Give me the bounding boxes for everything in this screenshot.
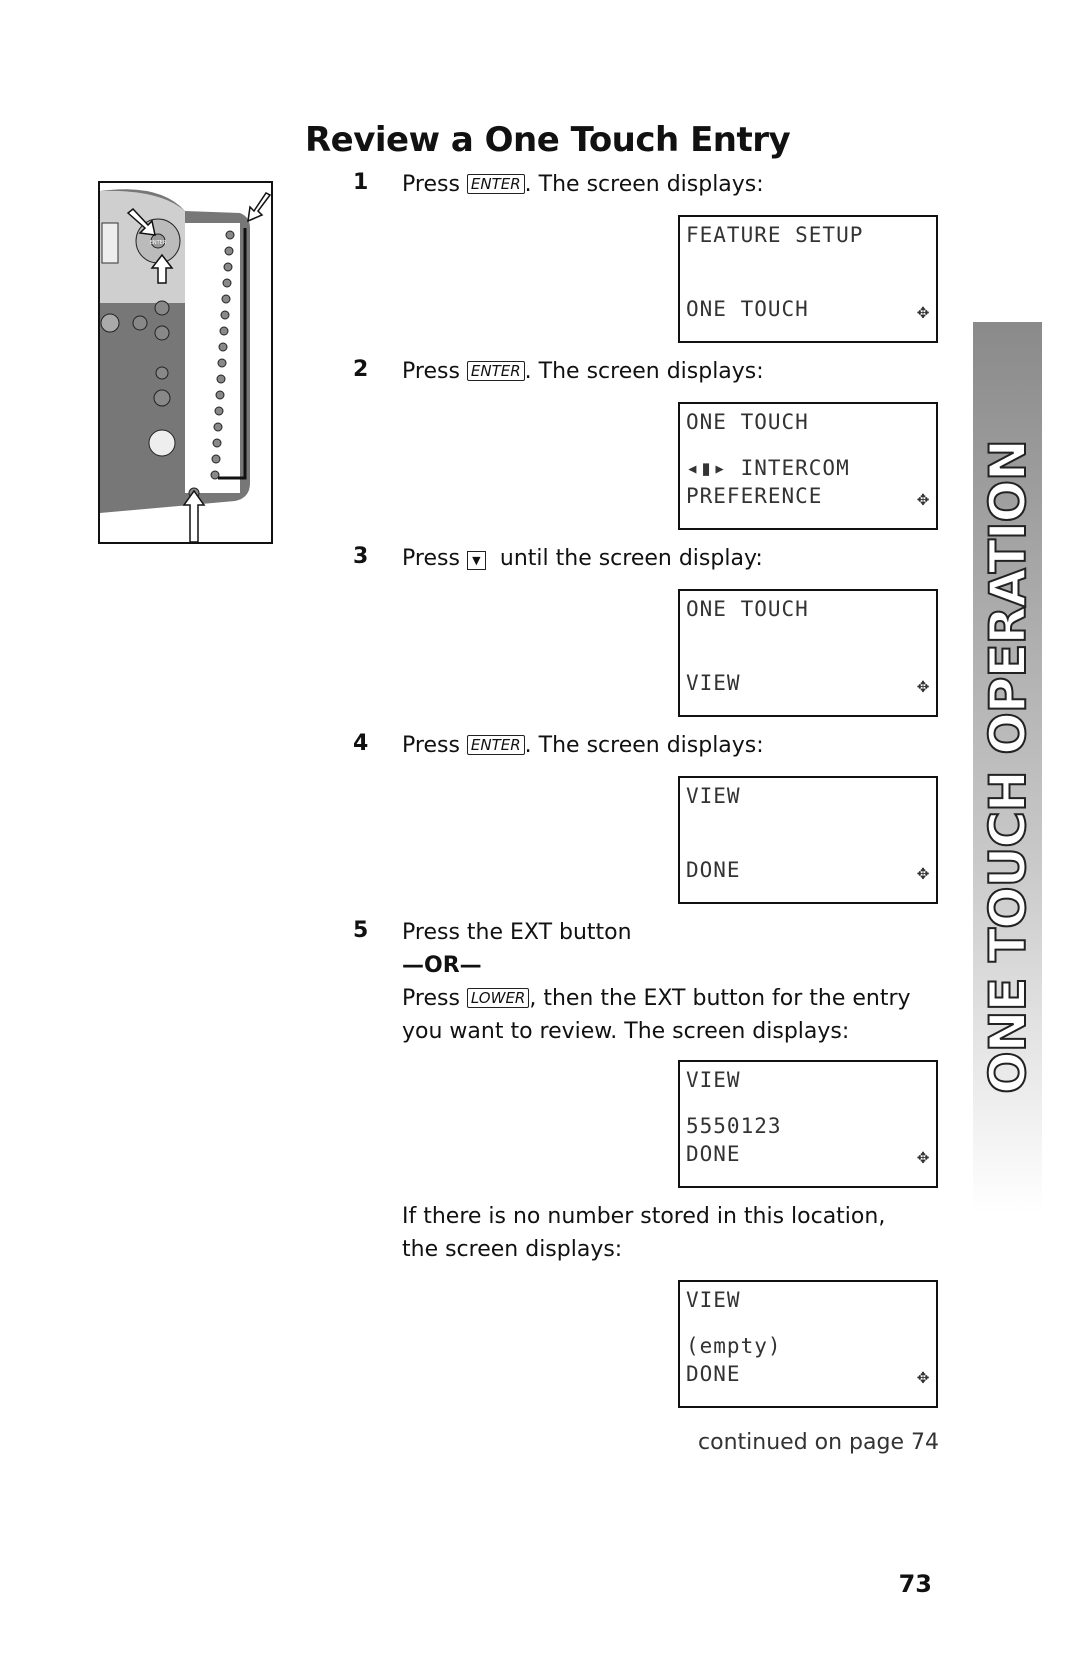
step-text: . The screen displays: bbox=[524, 172, 764, 197]
step-number: 5 bbox=[353, 918, 369, 943]
section-title: ONE TOUCH OPERATION bbox=[978, 439, 1038, 1095]
enter-key-icon: ENTER bbox=[466, 361, 525, 381]
page-title: Review a One Touch Entry bbox=[305, 120, 791, 160]
step-number: 4 bbox=[353, 731, 369, 756]
lcd-line: DONE bbox=[686, 858, 741, 882]
step-text: until the screen display: bbox=[485, 546, 763, 571]
navigation-icon: ✥ bbox=[916, 1364, 930, 1388]
lcd-screen: VIEW 5550123 DONE ✥ bbox=[678, 1060, 938, 1188]
down-arrow-key-icon: ▼ bbox=[466, 551, 486, 570]
step-number: 2 bbox=[353, 357, 369, 382]
lcd-line: VIEW bbox=[686, 671, 741, 695]
lcd-screen: ONE TOUCH VIEW ✥ bbox=[678, 589, 938, 717]
step-text: , then the EXT button for the entry bbox=[529, 986, 911, 1011]
lcd-line: DONE bbox=[686, 1142, 741, 1166]
lcd-line: ◂▮▸ INTERCOM bbox=[686, 456, 850, 480]
lower-key-icon: LOWER bbox=[466, 988, 530, 1008]
lcd-line: ONE TOUCH bbox=[686, 297, 809, 321]
lcd-line: PREFERENCE bbox=[686, 484, 823, 508]
lcd-line: ONE TOUCH bbox=[686, 597, 809, 621]
note-text: If there is no number stored in this loc… bbox=[402, 1200, 885, 1266]
section-side-tab: ONE TOUCH OPERATION bbox=[973, 322, 1042, 1212]
navigation-icon: ✥ bbox=[916, 1144, 930, 1168]
navigation-icon: ✥ bbox=[916, 486, 930, 510]
navigation-icon: ✥ bbox=[916, 673, 930, 697]
step-3-text: Press ▼ until the screen display: bbox=[402, 542, 763, 575]
lcd-screen: VIEW DONE ✥ bbox=[678, 776, 938, 904]
step-number: 3 bbox=[353, 544, 369, 569]
lcd-screen: FEATURE SETUP ONE TOUCH ✥ bbox=[678, 215, 938, 343]
step-text: . The screen displays: bbox=[524, 733, 764, 758]
lcd-line: FEATURE SETUP bbox=[686, 223, 864, 247]
enter-key-icon: ENTER bbox=[466, 174, 525, 194]
phone-illustration: ENTER bbox=[98, 181, 273, 544]
step-text: . The screen displays: bbox=[524, 359, 764, 384]
step-4-text: Press ENTER. The screen displays: bbox=[402, 729, 764, 762]
step-text: Press bbox=[402, 172, 467, 197]
lcd-line: 5550123 bbox=[686, 1114, 782, 1138]
step-1-text: Press ENTER. The screen displays: bbox=[402, 168, 764, 201]
lcd-screen: VIEW (empty) DONE ✥ bbox=[678, 1280, 938, 1408]
note-line: If there is no number stored in this loc… bbox=[402, 1204, 886, 1229]
lcd-line: DONE bbox=[686, 1362, 741, 1386]
enter-label: ENTER bbox=[150, 240, 167, 246]
lcd-line: VIEW bbox=[686, 1288, 741, 1312]
step-text: Press bbox=[402, 986, 467, 1011]
navigation-icon: ✥ bbox=[916, 860, 930, 884]
lcd-line: ONE TOUCH bbox=[686, 410, 809, 434]
step-2-text: Press ENTER. The screen displays: bbox=[402, 355, 764, 388]
step-text: Press bbox=[402, 359, 467, 384]
step-text: Press the EXT button bbox=[402, 920, 632, 945]
navigation-icon: ✥ bbox=[916, 299, 930, 323]
step-number: 1 bbox=[353, 170, 369, 195]
lcd-screen: ONE TOUCH ◂▮▸ INTERCOM PREFERENCE ✥ bbox=[678, 402, 938, 530]
or-separator: —OR— bbox=[402, 953, 482, 978]
note-line: the screen displays: bbox=[402, 1237, 623, 1262]
enter-key-icon: ENTER bbox=[466, 735, 525, 755]
continued-note: continued on page 74 bbox=[698, 1430, 939, 1455]
lcd-line: VIEW bbox=[686, 1068, 741, 1092]
step-text: you want to review. The screen displays: bbox=[402, 1019, 850, 1044]
step-text: Press bbox=[402, 546, 467, 571]
lcd-line: (empty) bbox=[686, 1334, 782, 1358]
step-text: Press bbox=[402, 733, 467, 758]
step-5-text: Press the EXT button —OR— Press LOWER, t… bbox=[402, 916, 911, 1048]
page-number: 73 bbox=[898, 1570, 932, 1598]
lcd-line: VIEW bbox=[686, 784, 741, 808]
